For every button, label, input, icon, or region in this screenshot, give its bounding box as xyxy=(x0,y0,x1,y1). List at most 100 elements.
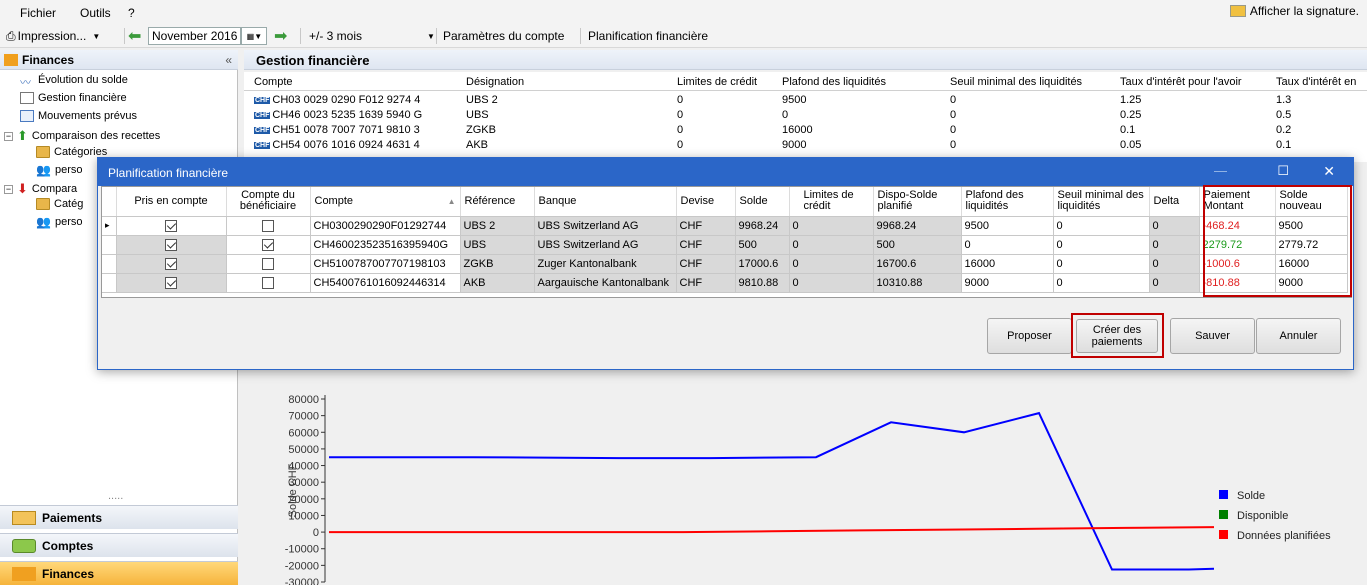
table-cell[interactable]: 0 xyxy=(950,109,956,121)
sidebar-item-balance-evolution[interactable]: 〰 Évolution du solde xyxy=(20,74,128,89)
taken-checkbox[interactable] xyxy=(165,257,177,270)
taken-checkbox-cell[interactable] xyxy=(116,235,227,255)
sidebar-item-planned-movements[interactable]: Mouvements prévus xyxy=(20,110,137,122)
liquidity-cap-cell[interactable]: 9500 xyxy=(961,216,1054,236)
maximize-icon[interactable]: ☐ xyxy=(1277,163,1289,179)
col-bank[interactable]: Banque xyxy=(534,187,677,217)
reference-cell[interactable]: UBS 2 xyxy=(460,216,535,236)
currency-cell[interactable]: CHF xyxy=(676,273,736,293)
taken-checkbox[interactable] xyxy=(165,238,177,251)
account-cell[interactable]: CH5100787007707198103 xyxy=(310,254,461,274)
cancel-button[interactable]: Annuler xyxy=(1256,318,1341,354)
calendar-dropdown-icon[interactable]: ▦▼ xyxy=(241,27,268,45)
propose-button[interactable]: Proposer xyxy=(987,318,1072,354)
account-cell[interactable]: CH5400761016092446314 xyxy=(310,273,461,293)
col-liquidity-min[interactable]: Seuil minimal des liquidités xyxy=(1053,187,1150,217)
table-cell[interactable]: 0 xyxy=(677,109,683,121)
menu-file[interactable]: Fichier xyxy=(20,6,56,20)
table-row[interactable]: ▸ CH0300290290F01292744 UBS 2 UBS Switzerla… xyxy=(102,216,1348,236)
column-header[interactable]: Compte xyxy=(254,76,293,88)
close-icon[interactable]: ✕ xyxy=(1323,163,1335,180)
table-cell[interactable]: 0 xyxy=(950,139,956,151)
reference-cell[interactable]: UBS xyxy=(460,235,535,255)
liquidity-min-cell[interactable]: 0 xyxy=(1053,273,1150,293)
credit-limit-cell[interactable]: 0 xyxy=(789,273,874,293)
row-header[interactable] xyxy=(102,235,117,255)
sidebar-item-categories-2[interactable]: Catég xyxy=(36,198,83,210)
table-cell[interactable]: CHF CH54 0076 1016 0924 4631 4 xyxy=(254,139,420,151)
bank-cell[interactable]: Zuger Kantonalbank xyxy=(534,254,677,274)
splitter-grip[interactable]: ..... xyxy=(108,490,123,502)
account-cell[interactable]: CH460023523516395940G xyxy=(310,235,461,255)
table-cell[interactable]: CHF CH51 0078 7007 7071 9810 3 xyxy=(254,124,420,136)
beneficiary-checkbox[interactable] xyxy=(262,276,274,289)
account-cell[interactable]: CH0300290290F01292744 xyxy=(310,216,461,236)
beneficiary-checkbox-cell[interactable] xyxy=(226,254,311,274)
table-cell[interactable]: 0 xyxy=(677,94,683,106)
column-header[interactable]: Seuil minimal des liquidités xyxy=(950,76,1082,88)
row-header[interactable]: ▸ xyxy=(102,216,117,236)
taken-checkbox-cell[interactable] xyxy=(116,254,227,274)
sidebar-item-expense-comparison[interactable]: − ⬇ Compara xyxy=(4,181,77,197)
column-header[interactable]: Plafond des liquidités xyxy=(782,76,886,88)
col-account[interactable]: Compte ▲ xyxy=(310,187,461,217)
balance-cell[interactable]: 500 xyxy=(735,235,790,255)
col-balance[interactable]: Solde xyxy=(735,187,790,217)
balance-cell[interactable]: 17000.6 xyxy=(735,254,790,274)
sidebar-item-income-comparison[interactable]: − ⬆ Comparaison des recettes xyxy=(4,128,160,144)
table-cell[interactable]: 9500 xyxy=(782,94,806,106)
liquidity-cap-cell[interactable]: 0 xyxy=(961,235,1054,255)
table-cell[interactable]: 0 xyxy=(677,124,683,136)
balance-cell[interactable]: 9968.24 xyxy=(735,216,790,236)
table-cell[interactable]: 0.1 xyxy=(1120,124,1135,136)
col-liquidity-cap[interactable]: Plafond des liquidités xyxy=(961,187,1054,217)
account-params-button[interactable]: Paramètres du compte xyxy=(443,27,564,45)
beneficiary-checkbox-cell[interactable] xyxy=(226,273,311,293)
previous-month-button[interactable]: ⬅ xyxy=(128,27,141,45)
credit-limit-cell[interactable]: 0 xyxy=(789,254,874,274)
table-cell[interactable]: 9000 xyxy=(782,139,806,151)
table-cell[interactable]: CHF CH46 0023 5235 1639 5940 G xyxy=(254,109,422,121)
beneficiary-checkbox[interactable] xyxy=(262,238,274,251)
col-currency[interactable]: Devise xyxy=(676,187,736,217)
col-delta[interactable]: Delta xyxy=(1149,187,1200,217)
beneficiary-checkbox[interactable] xyxy=(262,257,274,270)
menu-tools[interactable]: Outils xyxy=(80,6,111,20)
delta-cell[interactable]: 0 xyxy=(1149,254,1200,274)
taken-checkbox[interactable] xyxy=(165,219,177,232)
col-beneficiary[interactable]: Compte du bénéficiaire xyxy=(226,187,311,217)
month-select[interactable]: November 2016 ▦▼ xyxy=(148,27,268,45)
table-cell[interactable]: 0.05 xyxy=(1120,139,1141,151)
delta-cell[interactable]: 0 xyxy=(1149,235,1200,255)
beneficiary-checkbox-cell[interactable] xyxy=(226,235,311,255)
beneficiary-checkbox-cell[interactable] xyxy=(226,216,311,236)
liquidity-cap-cell[interactable]: 9000 xyxy=(961,273,1054,293)
balance-cell[interactable]: 9810.88 xyxy=(735,273,790,293)
column-header[interactable]: Désignation xyxy=(466,76,524,88)
taken-checkbox-cell[interactable] xyxy=(116,216,227,236)
table-cell[interactable]: 0 xyxy=(950,124,956,136)
table-cell[interactable]: 1.3 xyxy=(1276,94,1291,106)
range-select[interactable]: +/- 3 mois ▼ xyxy=(305,27,435,45)
taken-checkbox-cell[interactable] xyxy=(116,273,227,293)
sidebar-item-financial-management[interactable]: Gestion financière xyxy=(20,92,127,104)
table-cell[interactable]: 0 xyxy=(677,139,683,151)
col-planned-available[interactable]: Dispo-Solde planifié xyxy=(873,187,962,217)
nav-accounts[interactable]: Comptes xyxy=(0,533,238,557)
row-header[interactable] xyxy=(102,273,117,293)
bank-cell[interactable]: Aargauische Kantonalbank xyxy=(534,273,677,293)
table-row[interactable]: CH460023523516395940G UBS UBS Switzerland … xyxy=(102,235,1348,255)
bank-cell[interactable]: UBS Switzerland AG xyxy=(534,216,677,236)
table-cell[interactable]: 16000 xyxy=(782,124,813,136)
currency-cell[interactable]: CHF xyxy=(676,254,736,274)
liquidity-min-cell[interactable]: 0 xyxy=(1053,235,1150,255)
credit-limit-cell[interactable]: 0 xyxy=(789,235,874,255)
credit-limit-cell[interactable]: 0 xyxy=(789,216,874,236)
collapse-tree-icon[interactable]: − xyxy=(4,184,13,194)
beneficiary-checkbox[interactable] xyxy=(262,219,274,232)
row-header[interactable] xyxy=(102,254,117,274)
table-cell[interactable]: ZGKB xyxy=(466,124,496,136)
show-signature-button[interactable]: Afficher la signature. xyxy=(1229,4,1359,18)
liquidity-cap-cell[interactable]: 16000 xyxy=(961,254,1054,274)
delta-cell[interactable]: 0 xyxy=(1149,216,1200,236)
